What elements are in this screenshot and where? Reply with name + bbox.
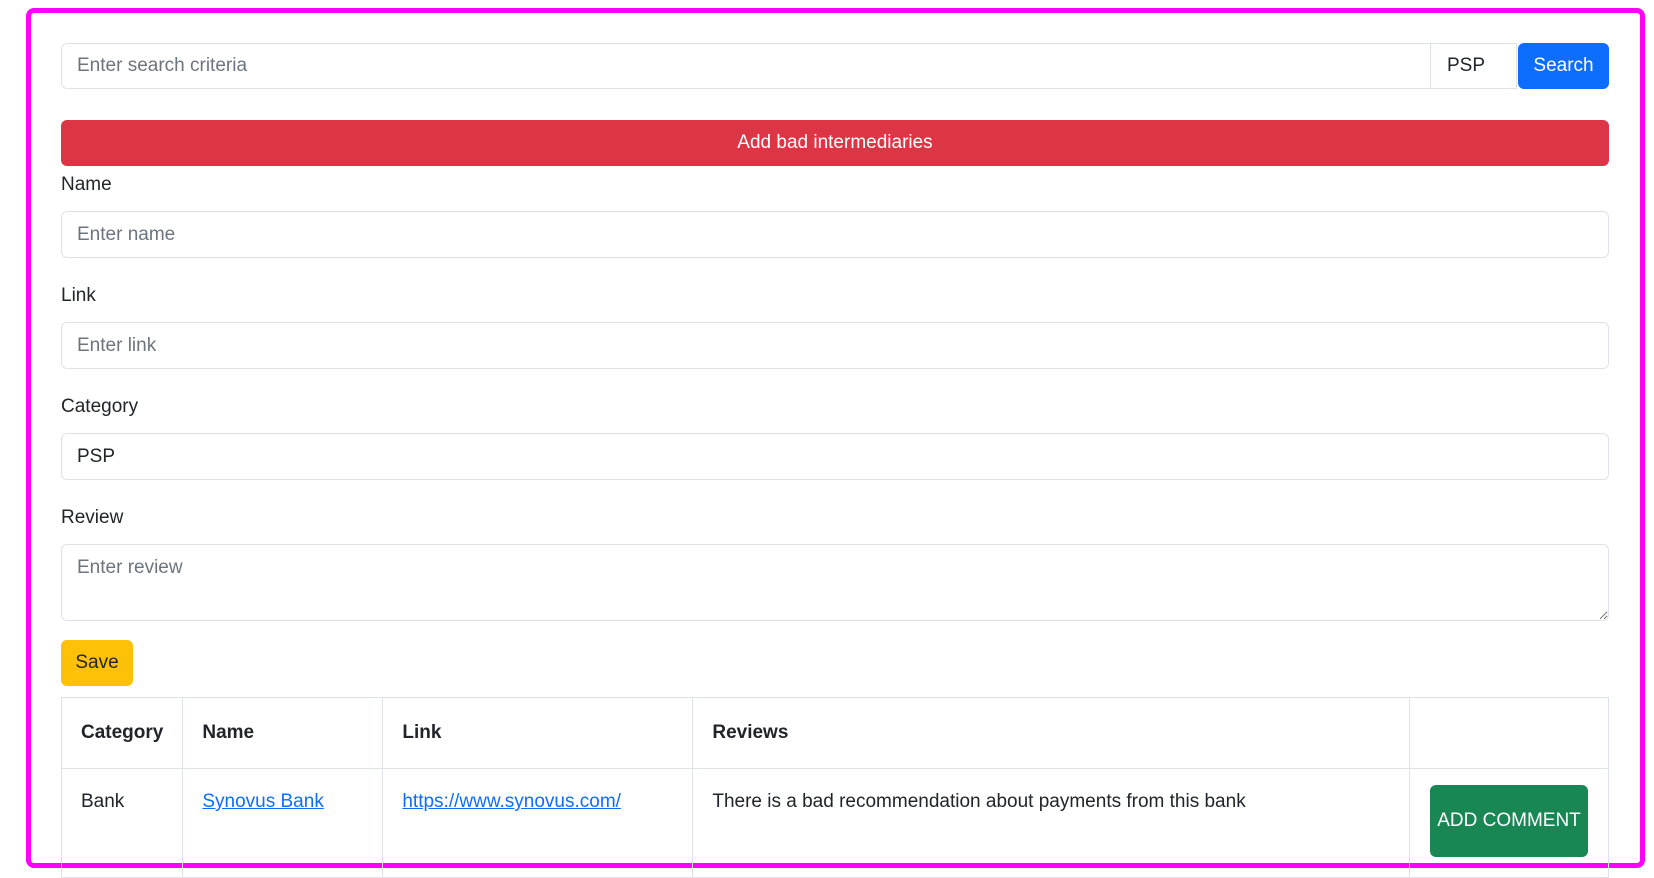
search-bar: PSP Search [61, 43, 1609, 89]
category-label: Category [61, 396, 139, 417]
row-review: There is a bad recommendation about paym… [692, 768, 1410, 878]
add-bad-intermediaries-button[interactable]: Add bad intermediaries [61, 120, 1609, 166]
review-label: Review [61, 507, 124, 528]
header-actions [1409, 697, 1609, 769]
table-header-row: Category Name Link Reviews [60, 697, 1609, 769]
link-label: Link [61, 285, 96, 306]
row-name-cell: Synovus Bank [182, 768, 384, 878]
row-website-link[interactable]: https://www.synovus.com/ [402, 791, 621, 812]
name-input[interactable] [61, 211, 1609, 258]
add-comment-button[interactable]: ADD COMMENT [1430, 785, 1588, 857]
row-name-link[interactable]: Synovus Bank [202, 791, 323, 812]
search-input[interactable] [61, 43, 1431, 89]
category-select[interactable]: PSP [61, 433, 1609, 480]
row-link-cell: https://www.synovus.com/ [382, 768, 694, 878]
main-container: PSP Search Add bad intermediaries Name L… [60, 43, 1609, 878]
review-textarea[interactable] [61, 544, 1609, 621]
save-button[interactable]: Save [61, 640, 133, 686]
table-row: Bank Synovus Bank https://www.synovus.co… [60, 768, 1609, 878]
category-filter-select[interactable]: PSP [1431, 43, 1517, 89]
name-label: Name [61, 174, 112, 195]
header-name: Name [182, 697, 384, 769]
search-button[interactable]: Search [1518, 43, 1609, 89]
intermediaries-table: Category Name Link Reviews Bank Synovus … [60, 697, 1609, 878]
row-category: Bank [60, 768, 184, 878]
header-reviews: Reviews [692, 697, 1410, 769]
row-action-cell: ADD COMMENT [1409, 768, 1609, 878]
header-category: Category [60, 697, 184, 769]
link-input[interactable] [61, 322, 1609, 369]
header-link: Link [382, 697, 694, 769]
